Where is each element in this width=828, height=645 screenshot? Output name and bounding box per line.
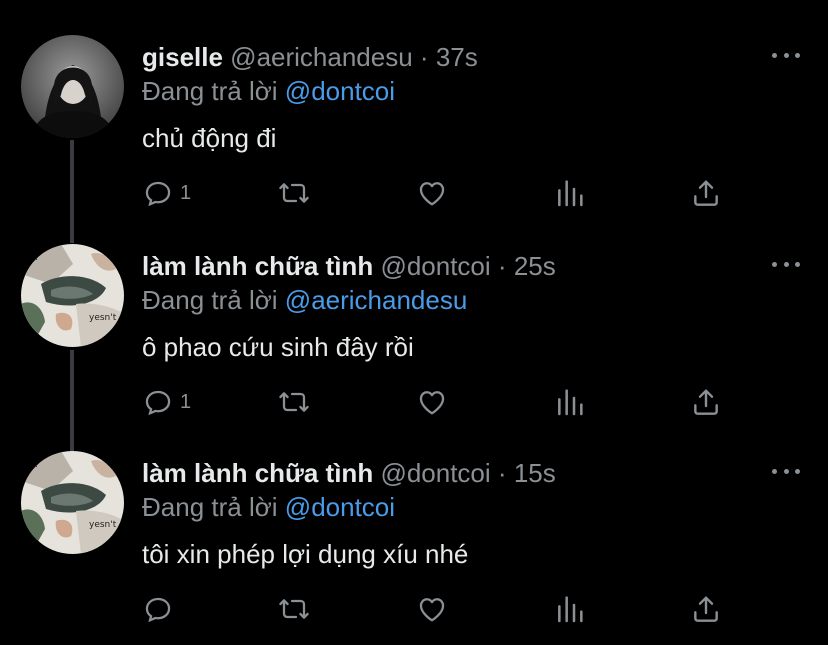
mention-link[interactable]: @aerichandesu: [285, 285, 468, 315]
reply-count: 1: [180, 181, 192, 204]
share-button[interactable]: [690, 175, 722, 211]
avatar-text: od?: [23, 460, 39, 470]
tweet[interactable]: od? yesn't làm lành chữa tình @dontcoi ·…: [0, 244, 828, 444]
tweet-text: ô phao cứu sinh đây rồi: [142, 332, 414, 362]
more-icon[interactable]: [772, 258, 800, 270]
separator-dot: ·: [497, 251, 507, 281]
reply-icon: [145, 181, 171, 207]
retweet-icon: [279, 599, 309, 619]
retweet-button[interactable]: [278, 591, 310, 627]
reply-count: 1: [180, 390, 192, 413]
mention-link[interactable]: @dontcoi: [285, 492, 395, 522]
share-button[interactable]: [690, 384, 722, 420]
separator-dot: ·: [419, 42, 429, 72]
like-icon: [419, 598, 445, 622]
share-icon: [694, 180, 718, 206]
analytics-button[interactable]: [554, 591, 586, 627]
analytics-icon: [558, 389, 583, 416]
retweet-icon: [279, 183, 309, 203]
replying-label: Đang trả lời: [142, 76, 278, 106]
share-icon: [694, 389, 718, 415]
tweet-actions: 1: [0, 175, 828, 215]
reply-icon: [145, 597, 171, 623]
display-name[interactable]: làm lành chữa tình: [142, 458, 373, 488]
tweet-actions: [0, 591, 828, 631]
user-handle[interactable]: @dontcoi: [380, 251, 490, 281]
avatar[interactable]: [21, 35, 124, 138]
tweet-header: làm lành chữa tình @dontcoi · 15s: [142, 458, 556, 488]
more-icon[interactable]: [772, 465, 800, 477]
analytics-button[interactable]: [554, 384, 586, 420]
analytics-icon: [558, 596, 583, 623]
avatar[interactable]: od? yesn't: [21, 451, 124, 554]
display-name[interactable]: làm lành chữa tình: [142, 251, 373, 281]
analytics-icon: [558, 180, 583, 207]
timestamp[interactable]: 25s: [514, 251, 556, 281]
retweet-icon: [279, 392, 309, 412]
user-handle[interactable]: @dontcoi: [380, 458, 490, 488]
like-button[interactable]: [416, 175, 448, 211]
analytics-button[interactable]: [554, 175, 586, 211]
replying-label: Đang trả lời: [142, 285, 278, 315]
display-name[interactable]: giselle: [142, 42, 223, 72]
tweet-header: làm lành chữa tình @dontcoi · 25s: [142, 251, 556, 281]
tweet-actions: 1: [0, 384, 828, 424]
share-icon: [694, 596, 718, 622]
tweet[interactable]: giselle @aerichandesu · 37s Đang trả lời…: [0, 35, 828, 235]
reply-icon: [145, 390, 171, 416]
mention-link[interactable]: @dontcoi: [285, 76, 395, 106]
replying-to: Đang trả lời @dontcoi: [142, 76, 395, 106]
timestamp[interactable]: 15s: [514, 458, 556, 488]
more-icon[interactable]: [772, 49, 800, 61]
avatar-text: yesn't: [89, 520, 117, 530]
timestamp[interactable]: 37s: [436, 42, 478, 72]
avatar-text: yesn't: [89, 313, 117, 323]
like-button[interactable]: [416, 384, 448, 420]
reply-button[interactable]: [142, 591, 180, 627]
replying-to: Đang trả lời @aerichandesu: [142, 285, 467, 315]
retweet-button[interactable]: [278, 175, 310, 211]
separator-dot: ·: [497, 458, 507, 488]
avatar[interactable]: od? yesn't: [21, 244, 124, 347]
reply-button[interactable]: 1: [142, 175, 191, 211]
like-button[interactable]: [416, 591, 448, 627]
user-handle[interactable]: @aerichandesu: [230, 42, 413, 72]
tweet-header: giselle @aerichandesu · 37s: [142, 42, 478, 72]
retweet-button[interactable]: [278, 384, 310, 420]
tweet[interactable]: od? yesn't làm lành chữa tình @dontcoi ·…: [0, 451, 828, 645]
tweet-text: chủ động đi: [142, 123, 277, 153]
replying-to: Đang trả lời @dontcoi: [142, 492, 395, 522]
like-icon: [419, 391, 445, 415]
replying-label: Đang trả lời: [142, 492, 278, 522]
tweet-text: tôi xin phép lợi dụng xíu nhé: [142, 539, 469, 569]
share-button[interactable]: [690, 591, 722, 627]
like-icon: [419, 182, 445, 206]
avatar-text: od?: [23, 253, 39, 263]
reply-button[interactable]: 1: [142, 384, 191, 420]
